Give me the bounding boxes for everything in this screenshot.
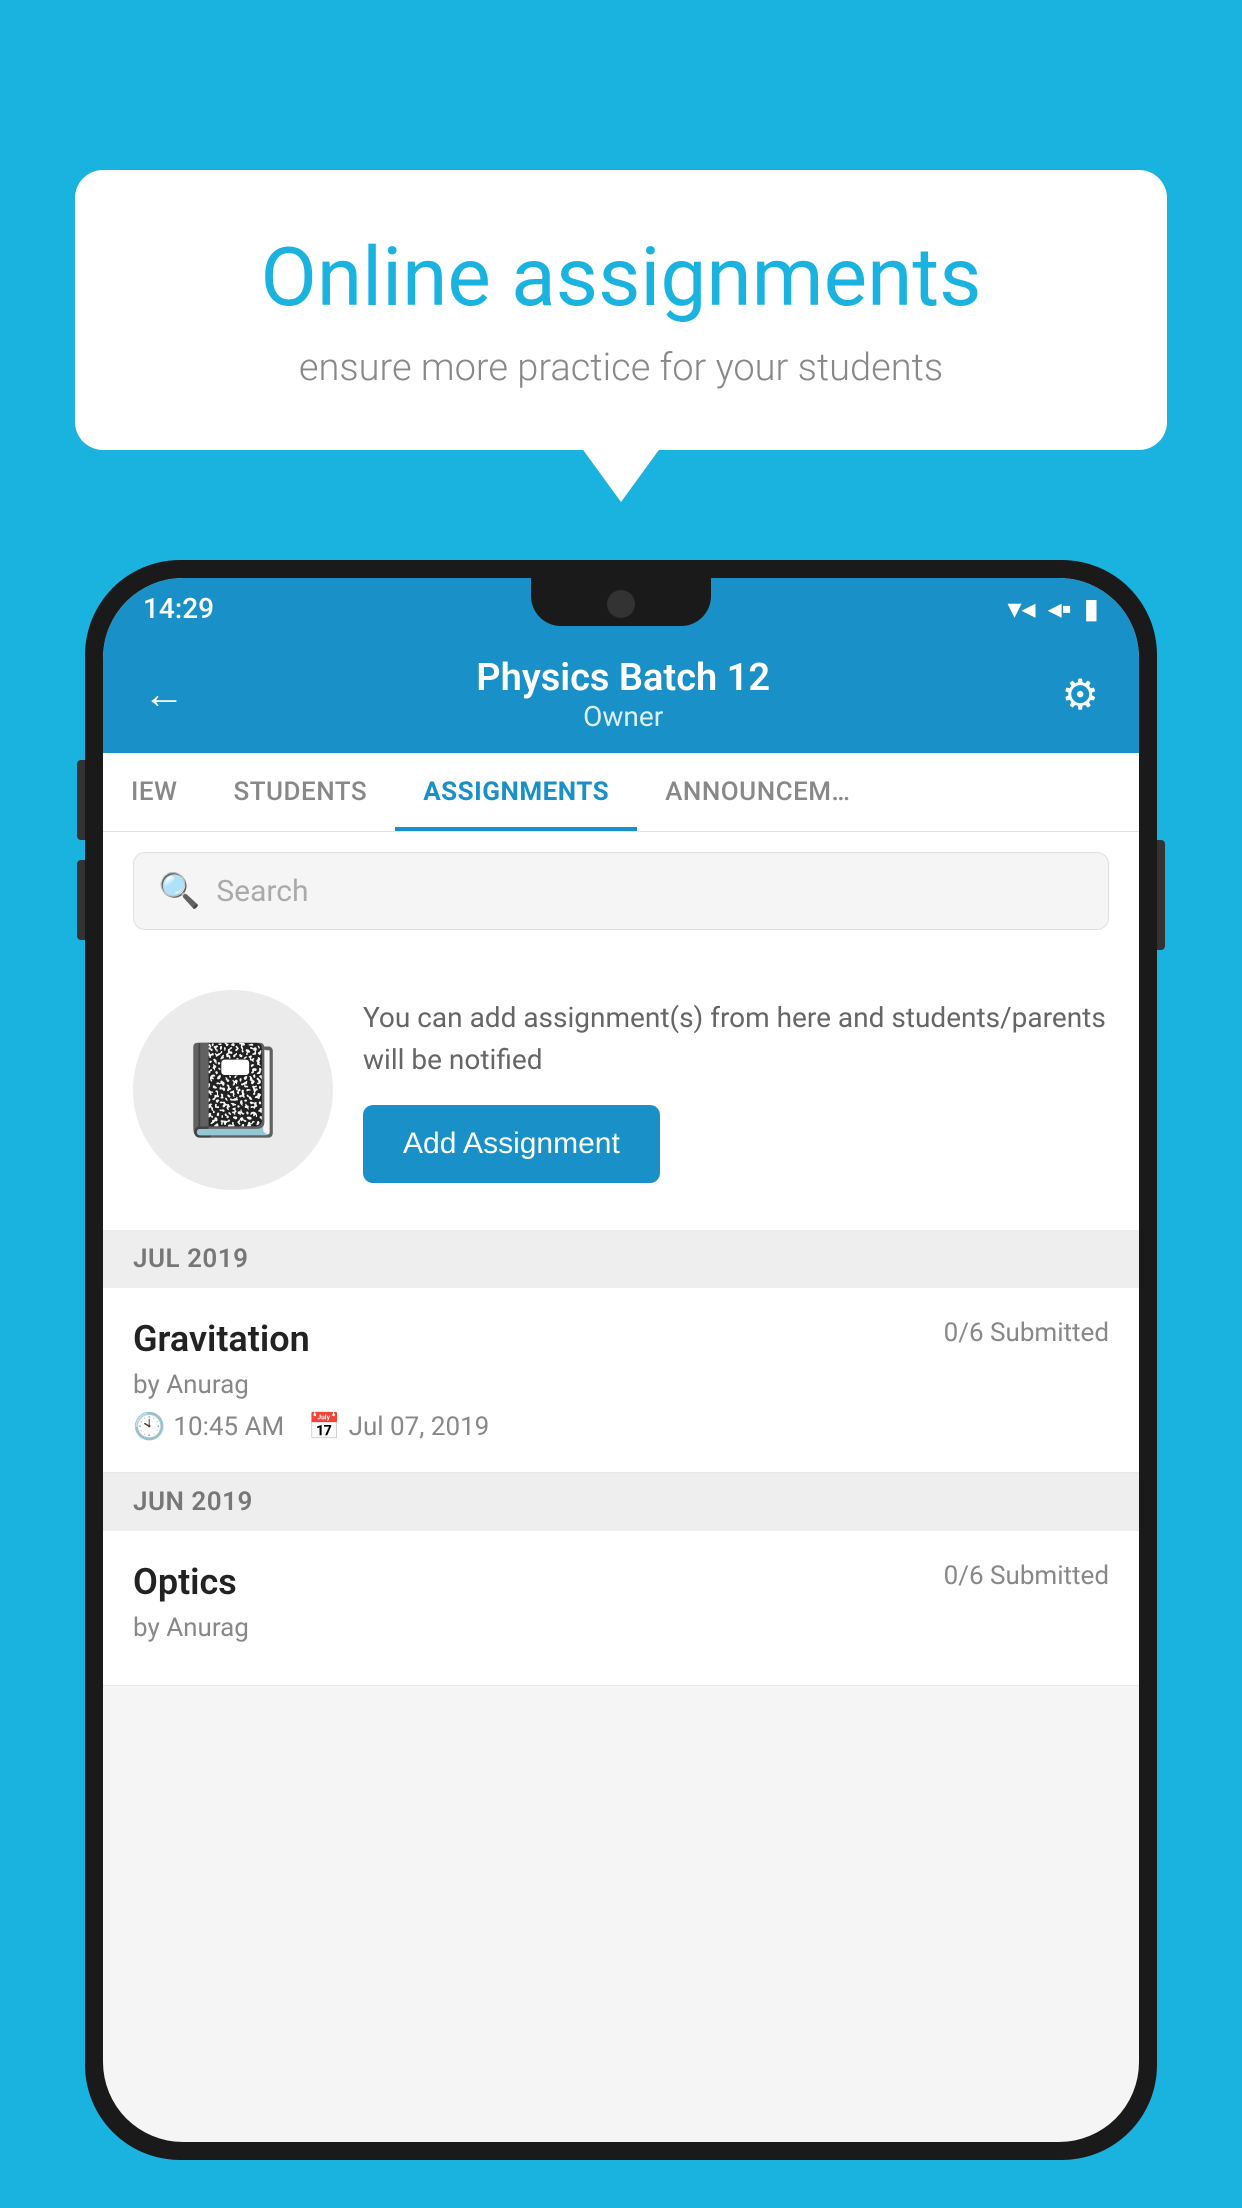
- assignment-submitted-optics: 0/6 Submitted: [944, 1561, 1109, 1591]
- back-button[interactable]: ←: [143, 670, 185, 719]
- batch-name: Physics Batch 12: [185, 656, 1061, 700]
- power-button: [1157, 840, 1165, 950]
- batch-role: Owner: [583, 700, 663, 733]
- month-separator-jul: JUL 2019: [103, 1230, 1139, 1288]
- battery-icon: ▮: [1084, 592, 1099, 625]
- tab-students[interactable]: STUDENTS: [205, 753, 395, 831]
- signal-icon: ◂▪: [1048, 592, 1072, 625]
- assignment-header-optics: Optics 0/6 Submitted: [133, 1561, 1109, 1603]
- search-bar[interactable]: 🔍 Search: [133, 852, 1109, 930]
- clock-icon: 🕙: [133, 1412, 165, 1442]
- tab-announcements[interactable]: ANNOUNCEM…: [637, 753, 878, 831]
- notebook-icon: 📓: [177, 1038, 289, 1143]
- assignment-author-optics: by Anurag: [133, 1613, 1109, 1643]
- assignment-submitted: 0/6 Submitted: [944, 1318, 1109, 1348]
- phone-frame: 14:29 ▾◂ ◂▪ ▮ ← Physics Batch 12 Owner ⚙…: [85, 560, 1157, 2160]
- assignment-title-optics: Optics: [133, 1561, 237, 1603]
- settings-icon[interactable]: ⚙: [1061, 670, 1099, 720]
- assignment-date-value: Jul 07, 2019: [349, 1412, 490, 1442]
- assignment-time: 🕙 10:45 AM: [133, 1412, 284, 1442]
- calendar-icon: 📅: [308, 1412, 340, 1442]
- assignment-item-gravitation[interactable]: Gravitation 0/6 Submitted by Anurag 🕙 10…: [103, 1288, 1139, 1473]
- volume-down-button: [77, 860, 85, 940]
- search-placeholder: Search: [216, 874, 308, 909]
- search-container: 🔍 Search: [103, 832, 1139, 950]
- status-time: 14:29: [143, 592, 214, 625]
- assignment-title: Gravitation: [133, 1318, 310, 1360]
- phone-screen: 14:29 ▾◂ ◂▪ ▮ ← Physics Batch 12 Owner ⚙…: [103, 578, 1139, 2142]
- add-assignment-description: You can add assignment(s) from here and …: [363, 997, 1109, 1081]
- add-assignment-section: 📓 You can add assignment(s) from here an…: [103, 950, 1139, 1230]
- header-title-block: Physics Batch 12 Owner: [185, 656, 1061, 733]
- tab-bar: IEW STUDENTS ASSIGNMENTS ANNOUNCEM…: [103, 753, 1139, 832]
- app-header: ← Physics Batch 12 Owner ⚙: [103, 638, 1139, 753]
- speech-bubble-subtitle: ensure more practice for your students: [155, 346, 1087, 390]
- search-icon: 🔍: [158, 871, 200, 911]
- assignment-date: 📅 Jul 07, 2019: [308, 1412, 489, 1442]
- wifi-icon: ▾◂: [1007, 592, 1035, 625]
- month-separator-jun: JUN 2019: [103, 1473, 1139, 1531]
- add-assignment-button[interactable]: Add Assignment: [363, 1105, 660, 1183]
- assignment-meta: 🕙 10:45 AM 📅 Jul 07, 2019: [133, 1412, 1109, 1442]
- assignment-author: by Anurag: [133, 1370, 1109, 1400]
- assignment-time-value: 10:45 AM: [173, 1412, 284, 1442]
- assignment-header: Gravitation 0/6 Submitted: [133, 1318, 1109, 1360]
- notebook-icon-circle: 📓: [133, 990, 333, 1190]
- phone-camera: [607, 590, 635, 618]
- tab-assignments[interactable]: ASSIGNMENTS: [395, 753, 637, 831]
- tab-overview[interactable]: IEW: [103, 753, 205, 831]
- assignment-item-optics[interactable]: Optics 0/6 Submitted by Anurag: [103, 1531, 1139, 1686]
- status-icons: ▾◂ ◂▪ ▮: [1007, 592, 1099, 625]
- add-section-content: You can add assignment(s) from here and …: [363, 997, 1109, 1183]
- speech-bubble-card: Online assignments ensure more practice …: [75, 170, 1167, 450]
- volume-up-button: [77, 760, 85, 840]
- speech-bubble-title: Online assignments: [155, 230, 1087, 326]
